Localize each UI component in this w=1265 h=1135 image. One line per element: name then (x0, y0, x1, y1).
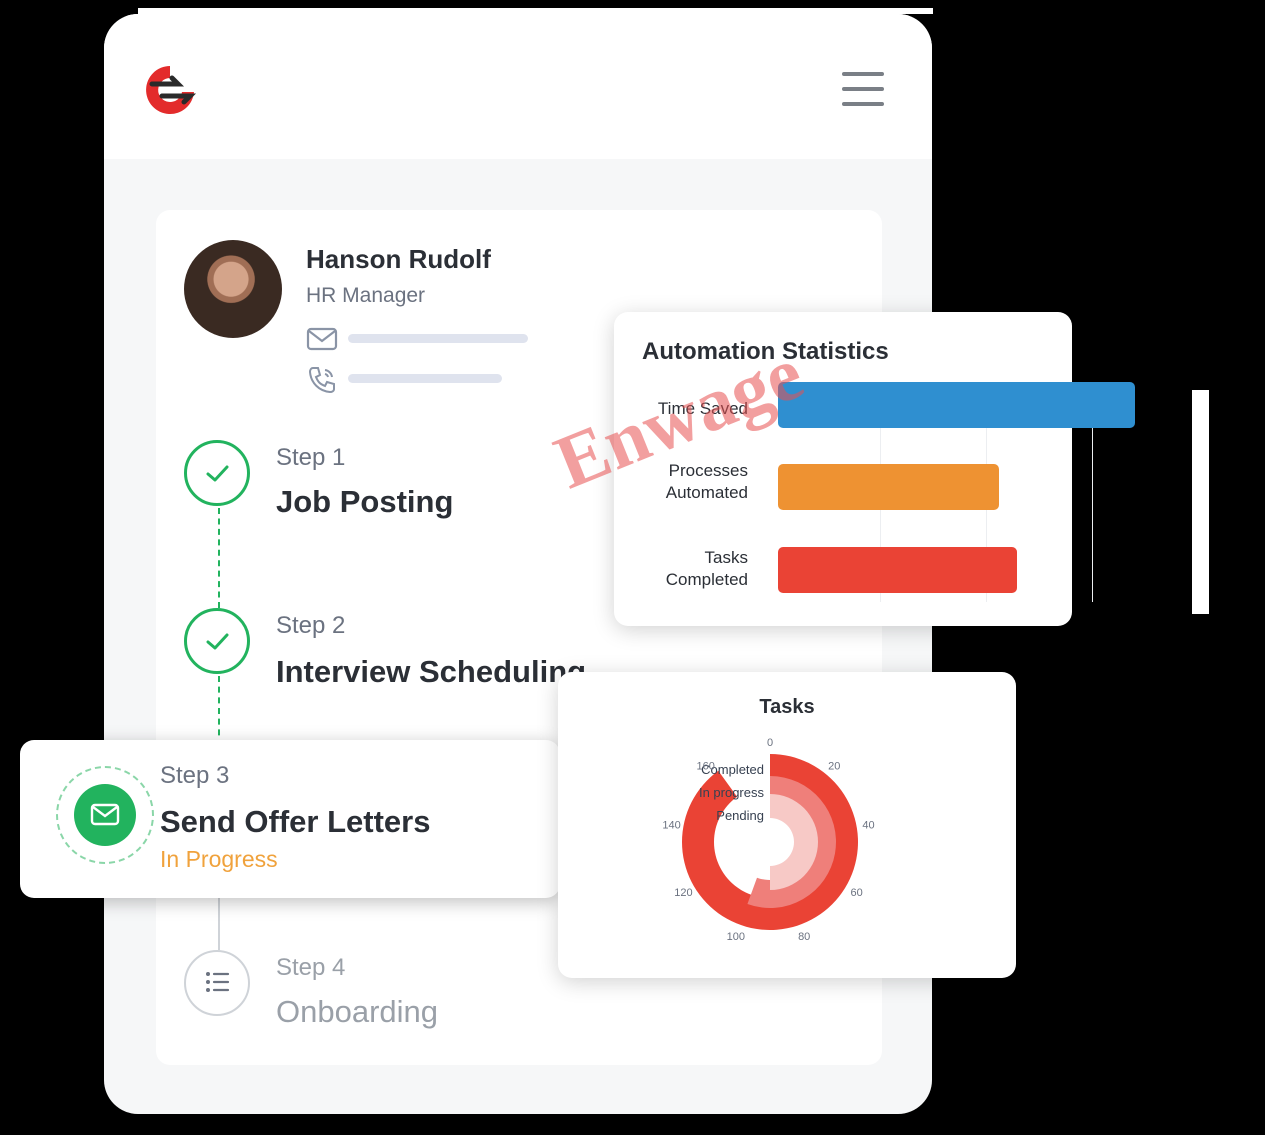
tick-label: 40 (862, 820, 874, 832)
list-icon (206, 972, 230, 992)
tick-label: 160 (697, 760, 715, 772)
step-1-check-circle (184, 440, 250, 506)
tasks-chart-card: Tasks Completed In progress Pending 0 20 40 60… (558, 672, 1016, 978)
tick-label: 60 (850, 887, 862, 899)
phone-placeholder-bar (348, 374, 502, 383)
step-2-title: Interview Scheduling (276, 654, 587, 689)
step-4-title: Onboarding (276, 994, 439, 1029)
tick-label: 100 (727, 931, 745, 943)
step-3-card[interactable]: Step 3 Send Offer Letters In Progress (20, 740, 560, 898)
step-connector-2 (218, 676, 220, 746)
step-connector-1 (218, 508, 220, 608)
profile-role: HR Manager (306, 284, 426, 307)
step-2-check-circle (184, 608, 250, 674)
step-2-number: Step 2 (276, 612, 346, 639)
tick-label: 80 (798, 931, 810, 943)
step-1-title: Job Posting (276, 484, 454, 519)
tick-label: 20 (828, 760, 840, 772)
step-connector-3 (218, 894, 220, 950)
app-header (104, 14, 932, 159)
bar-time-saved (778, 382, 1135, 428)
tick-label: 140 (662, 820, 680, 832)
tick-label: 0 (767, 737, 773, 749)
step-1-number: Step 1 (276, 444, 346, 471)
mail-icon (90, 803, 120, 826)
tasks-radial-chart: CompletedIn progressPending0204060801001… (662, 737, 874, 943)
bar-processes-automated (778, 464, 999, 510)
step-3-status: In Progress (160, 846, 278, 872)
check-icon (206, 633, 229, 650)
step-4-number: Step 4 (276, 954, 346, 981)
hamburger-menu-icon[interactable] (842, 70, 886, 110)
phone-icon (308, 367, 335, 394)
step-4-circle (184, 950, 250, 1016)
step-3-badge (74, 784, 136, 846)
bar-label-tasks-completed: Tasks Completed (665, 548, 748, 589)
tick-label: 120 (674, 887, 692, 899)
logo-icon[interactable] (142, 62, 198, 118)
edge-fragment-right (1192, 390, 1209, 614)
step-3-number: Step 3 (160, 762, 230, 789)
step-3-title: Send Offer Letters (160, 804, 431, 839)
legend-label: In progress (699, 785, 765, 800)
email-placeholder-bar (348, 334, 528, 343)
avatar (184, 240, 282, 338)
profile-name: Hanson Rudolf (306, 244, 491, 274)
legend-label: Pending (716, 808, 764, 823)
bar-tasks-completed (778, 547, 1017, 593)
mail-icon (306, 327, 338, 351)
check-icon (206, 465, 229, 482)
